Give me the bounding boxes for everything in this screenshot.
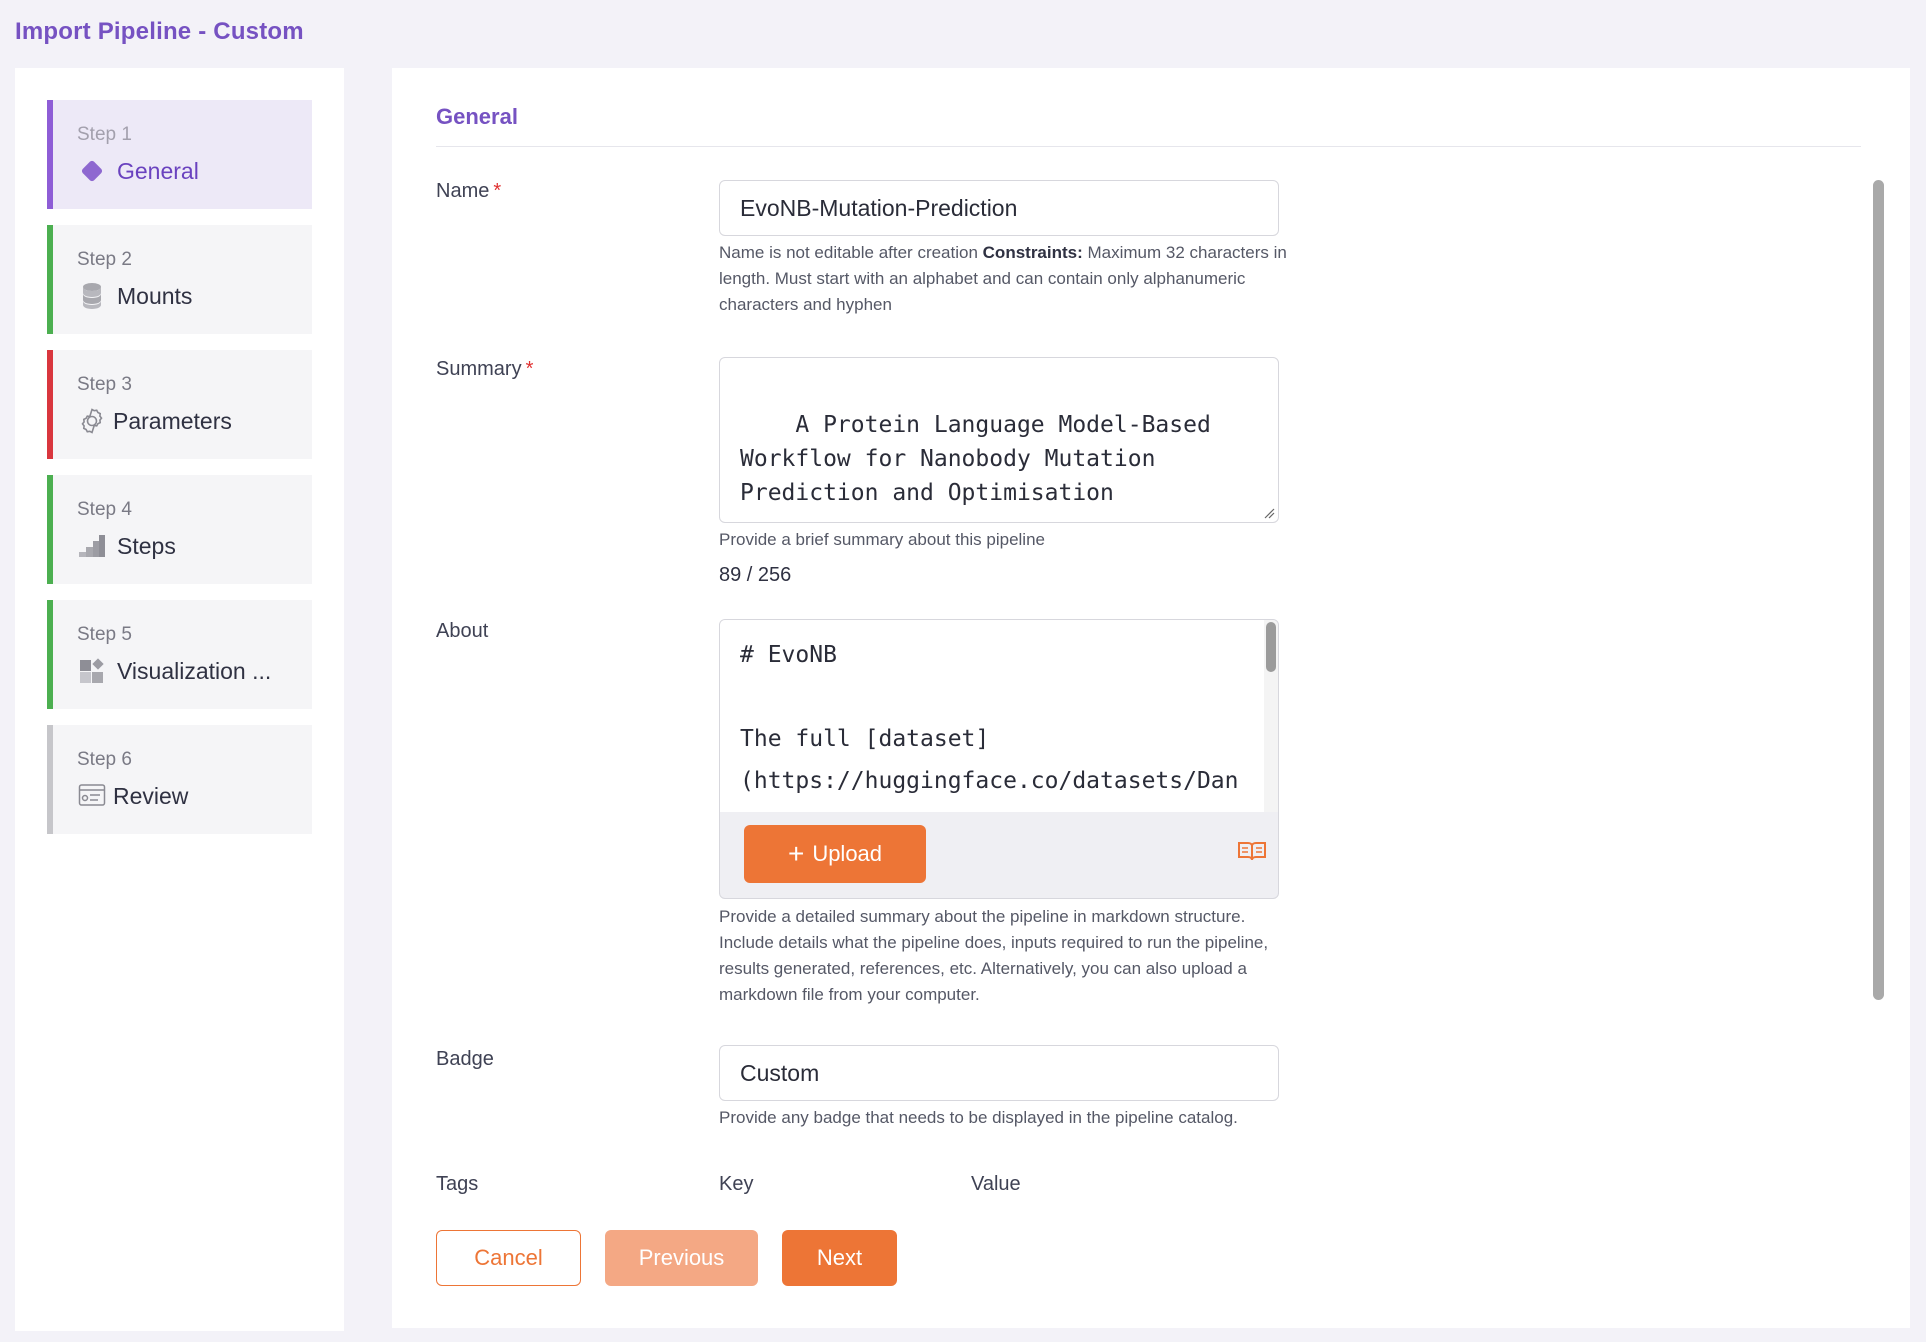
step-number: Step 4 xyxy=(77,499,132,520)
upload-button[interactable]: + Upload xyxy=(744,825,926,883)
gear-icon xyxy=(77,406,107,436)
review-icon xyxy=(77,781,107,811)
section-title: General xyxy=(436,104,518,129)
page-scrollbar[interactable] xyxy=(1873,180,1884,1000)
tags-value-header: Value xyxy=(971,1173,1021,1195)
tags-key-header: Key xyxy=(719,1173,754,1195)
step-number: Step 2 xyxy=(77,249,132,270)
markdown-guide-book-icon[interactable] xyxy=(1237,839,1267,863)
about-editor: # EvoNB The full [dataset] (https://hugg… xyxy=(719,619,1279,899)
name-input[interactable] xyxy=(719,180,1279,236)
step-label: Review xyxy=(113,782,189,809)
summary-help: Provide a brief summary about this pipel… xyxy=(719,530,1045,549)
step-visualization[interactable]: Step 5 Visualization ... xyxy=(47,600,312,709)
step-label: General xyxy=(117,157,199,184)
step-number: Step 3 xyxy=(77,374,132,395)
diamond-icon xyxy=(77,156,107,186)
step-number: Step 6 xyxy=(77,749,132,770)
step-parameters[interactable]: Step 3 Parameters xyxy=(47,350,312,459)
name-label: Name * xyxy=(436,180,502,202)
stepper-panel: Step 1 General Step 2 Mounts Step 3 Para… xyxy=(15,68,344,1331)
visualization-icon xyxy=(77,656,107,686)
previous-button[interactable]: Previous xyxy=(605,1230,758,1286)
tags-label: Tags xyxy=(436,1173,479,1195)
step-steps[interactable]: Step 4 Steps xyxy=(47,475,312,584)
step-label: Steps xyxy=(117,532,176,559)
cancel-button[interactable]: Cancel xyxy=(436,1230,581,1286)
page-title: Import Pipeline - Custom xyxy=(15,18,304,45)
about-scrollbar[interactable] xyxy=(1266,622,1276,672)
summary-label: Summary * xyxy=(436,358,534,380)
step-label: Visualization ... xyxy=(117,657,272,684)
about-textarea[interactable]: # EvoNB The full [dataset] (https://hugg… xyxy=(720,620,1264,812)
plus-icon: + xyxy=(787,838,805,869)
next-button[interactable]: Next xyxy=(782,1230,897,1286)
summary-char-counter: 89 / 256 xyxy=(719,564,792,586)
section-divider xyxy=(436,146,1861,147)
badge-help: Provide any badge that needs to be displ… xyxy=(719,1108,1238,1127)
step-label: Mounts xyxy=(117,282,193,309)
step-label: Parameters xyxy=(113,407,232,434)
badge-label: Badge xyxy=(436,1048,494,1070)
step-review[interactable]: Step 6 Review xyxy=(47,725,312,834)
general-form-card: General Name* Name is not editable after… xyxy=(392,68,1910,1328)
name-help: Name is not editable after creation Cons… xyxy=(719,243,1287,314)
step-number: Step 5 xyxy=(77,624,132,645)
step-number: Step 1 xyxy=(77,124,132,145)
summary-textarea[interactable]: A Protein Language Model-Based Workflow … xyxy=(719,357,1279,523)
badge-input[interactable] xyxy=(719,1045,1279,1101)
about-label: About xyxy=(436,620,489,642)
database-icon xyxy=(77,281,107,311)
about-help: Provide a detailed summary about the pip… xyxy=(719,907,1269,1004)
step-mounts[interactable]: Step 2 Mounts xyxy=(47,225,312,334)
steps-icon xyxy=(77,531,107,561)
resize-handle-icon xyxy=(1264,508,1275,519)
step-general[interactable]: Step 1 General xyxy=(47,100,312,209)
